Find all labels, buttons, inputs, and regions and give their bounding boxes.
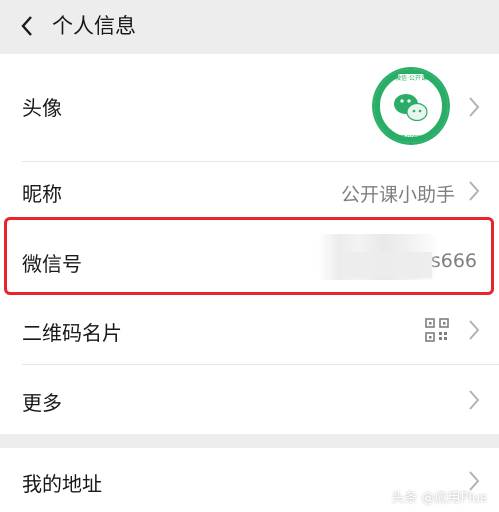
more-label: 更多 bbox=[22, 391, 62, 415]
svg-text:微信·公开课: 微信·公开课 bbox=[395, 74, 427, 82]
more-row[interactable]: 更多 bbox=[0, 365, 499, 434]
highlight-box bbox=[4, 217, 494, 295]
chevron-left-icon bbox=[21, 16, 32, 36]
page-title: 个人信息 bbox=[52, 14, 136, 38]
chevron-right-icon bbox=[469, 320, 480, 340]
avatar-row[interactable]: 头像 微信·公开课 WECHAT OPEN CLASS bbox=[0, 54, 499, 161]
svg-text:WECHAT OPEN CLASS: WECHAT OPEN CLASS bbox=[383, 135, 440, 141]
avatar-label: 头像 bbox=[22, 96, 62, 120]
chevron-right-icon bbox=[469, 97, 480, 117]
qr-code-icon bbox=[425, 318, 449, 342]
chevron-right-icon bbox=[469, 181, 480, 201]
wechat-open-class-logo: 微信·公开课 WECHAT OPEN CLASS bbox=[372, 67, 450, 145]
qr-card-row[interactable]: 二维码名片 bbox=[0, 297, 499, 363]
chevron-right-icon bbox=[469, 390, 480, 410]
back-button[interactable] bbox=[14, 13, 40, 39]
nickname-row[interactable]: 昵称 公开课小助手 bbox=[0, 162, 499, 222]
nickname-value: 公开课小助手 bbox=[340, 184, 455, 206]
nickname-label: 昵称 bbox=[22, 182, 62, 206]
address-label: 我的地址 bbox=[22, 472, 102, 496]
watermark: 头条 @应用Plus bbox=[391, 491, 487, 506]
nav-bar: 个人信息 bbox=[0, 0, 499, 52]
qr-card-label: 二维码名片 bbox=[22, 321, 122, 345]
